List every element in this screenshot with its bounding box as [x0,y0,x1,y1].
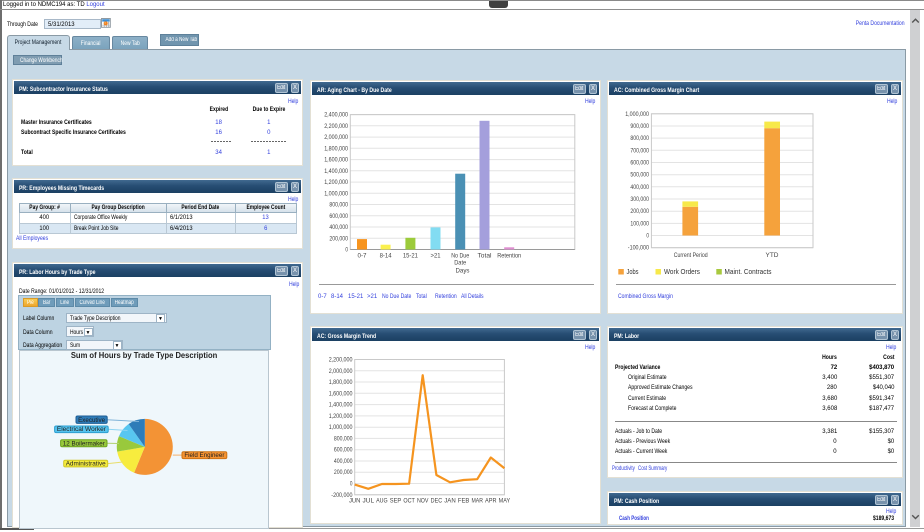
svg-text:1,200,000: 1,200,000 [324,179,348,186]
svg-text:OCT: OCT [403,499,415,505]
svg-text:500,000: 500,000 [630,172,649,179]
svg-text:SEP: SEP [390,499,402,505]
svg-text:Administrative: Administrative [66,460,106,467]
svg-text:1,200,000: 1,200,000 [329,413,353,420]
svg-text:Retention: Retention [497,253,521,260]
svg-text:Jobs: Jobs [627,267,639,276]
svg-text:MAR: MAR [471,499,483,505]
svg-text:1,000,000: 1,000,000 [324,190,348,197]
svg-text:Date: Date [454,260,467,267]
svg-text:400,000: 400,000 [630,184,649,191]
svg-text:Current Period: Current Period [674,252,708,259]
svg-text:200,000: 200,000 [329,235,348,242]
svg-text:600,000: 600,000 [329,213,348,220]
svg-text:0-7: 0-7 [358,253,368,260]
svg-text:NOV: NOV [417,499,429,505]
svg-text:1,000,000: 1,000,000 [329,424,353,431]
svg-text:1,800,000: 1,800,000 [329,379,353,386]
svg-text:800,000: 800,000 [630,135,649,142]
svg-text:FEB: FEB [458,499,470,505]
svg-text:JAN: JAN [444,499,456,505]
svg-text:200,000: 200,000 [334,469,353,476]
svg-text:JUL: JUL [363,499,375,505]
svg-text:100,000: 100,000 [630,220,649,227]
svg-text:JUN: JUN [349,499,361,505]
svg-text:200,000: 200,000 [630,208,649,215]
svg-text:2,200,000: 2,200,000 [329,357,353,364]
svg-text:AUG: AUG [376,499,388,505]
svg-text:Days: Days [456,268,471,275]
svg-text:8-14: 8-14 [380,253,393,260]
svg-text:800,000: 800,000 [334,435,353,442]
svg-text:1,400,000: 1,400,000 [324,168,348,175]
svg-text:MAY: MAY [499,499,511,505]
svg-text:0: 0 [350,481,353,488]
svg-text:700,000: 700,000 [630,147,649,154]
svg-text:No Due: No Due [451,253,469,260]
svg-text:Maint. Contracts: Maint. Contracts [725,267,772,276]
svg-text:1,000,000: 1,000,000 [625,111,649,118]
svg-text:0: 0 [345,247,348,254]
svg-text:Electrical Worker: Electrical Worker [57,426,107,433]
svg-text:400,000: 400,000 [329,224,348,231]
svg-text:0: 0 [646,233,649,240]
svg-text:DEC: DEC [431,499,443,505]
svg-text:Field Engineer: Field Engineer [184,452,225,459]
svg-text:1,800,000: 1,800,000 [324,145,348,152]
svg-text:600,000: 600,000 [630,160,649,167]
svg-text:1,600,000: 1,600,000 [329,390,353,397]
svg-text:400,000: 400,000 [334,458,353,465]
svg-text:Total: Total [478,253,492,260]
svg-text:800,000: 800,000 [329,202,348,209]
svg-text:APR: APR [485,499,497,505]
svg-text:Executive: Executive [78,417,105,424]
svg-text:2,400,000: 2,400,000 [324,112,348,119]
svg-text:2,200,000: 2,200,000 [324,123,348,130]
svg-text:2,000,000: 2,000,000 [329,368,353,375]
svg-text:YTD: YTD [766,252,779,259]
svg-text:Work Orders: Work Orders [664,267,700,276]
svg-text:600,000: 600,000 [334,447,353,454]
svg-text:2,000,000: 2,000,000 [324,134,348,141]
svg-text:300,000: 300,000 [630,196,649,203]
svg-text:900,000: 900,000 [630,123,649,130]
svg-text:-100,000: -100,000 [628,245,650,252]
svg-text:1,400,000: 1,400,000 [329,402,353,409]
svg-text:>21: >21 [431,253,442,260]
svg-text:1,600,000: 1,600,000 [324,157,348,164]
svg-text:12 Boilermaker: 12 Boilermaker [63,440,106,447]
svg-text:15-21: 15-21 [403,253,419,260]
